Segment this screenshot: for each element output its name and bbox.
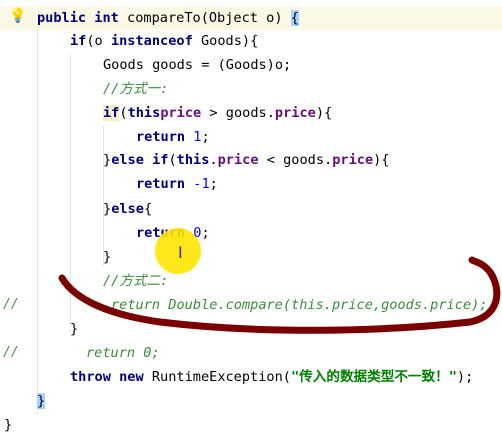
text-cursor-icon: I bbox=[178, 243, 183, 262]
hand-drawn-annotation-circle bbox=[58, 256, 501, 334]
